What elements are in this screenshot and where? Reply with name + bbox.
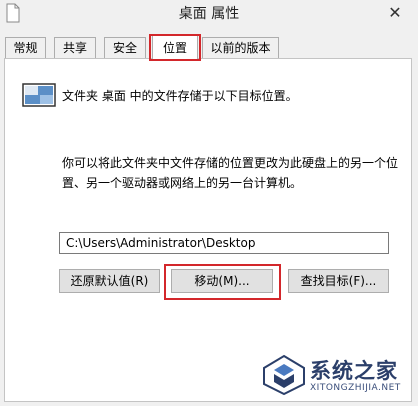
desktop-folder-icon: [22, 83, 56, 107]
watermark: 系统之家 XITONGZHIJIA.NET: [258, 352, 414, 398]
tab-general[interactable]: 常规: [5, 37, 46, 58]
restore-default-button[interactable]: 还原默认值(R): [59, 269, 160, 293]
tab-strip: 常规 共享 安全 位置 以前的版本: [0, 35, 418, 59]
close-button[interactable]: ✕: [380, 3, 410, 23]
tab-previous-versions[interactable]: 以前的版本: [202, 37, 279, 58]
location-panel: 文件夹 桌面 中的文件存储于以下目标位置。 你可以将此文件夹中文件存储的位置更改…: [4, 58, 412, 402]
watermark-text: 系统之家: [310, 359, 398, 383]
watermark-logo-icon: [263, 354, 305, 396]
location-explanation: 你可以将此文件夹中文件存储的位置更改为此硬盘上的另一个位置、另一个驱动器或网络上…: [62, 156, 399, 190]
window-title: 桌面 属性: [178, 6, 240, 22]
location-description: 文件夹 桌面 中的文件存储于以下目标位置。: [62, 89, 298, 103]
find-target-button[interactable]: 查找目标(F)...: [288, 269, 389, 293]
tab-security[interactable]: 安全: [104, 37, 146, 58]
watermark-url: XITONGZHIJIA.NET: [310, 383, 401, 393]
title-bar: 桌面 属性 ✕: [0, 0, 418, 28]
path-input[interactable]: [59, 232, 389, 254]
tab-sharing[interactable]: 共享: [54, 37, 96, 58]
tab-location[interactable]: 位置: [152, 35, 198, 59]
move-button[interactable]: 移动(M)...: [171, 269, 273, 293]
